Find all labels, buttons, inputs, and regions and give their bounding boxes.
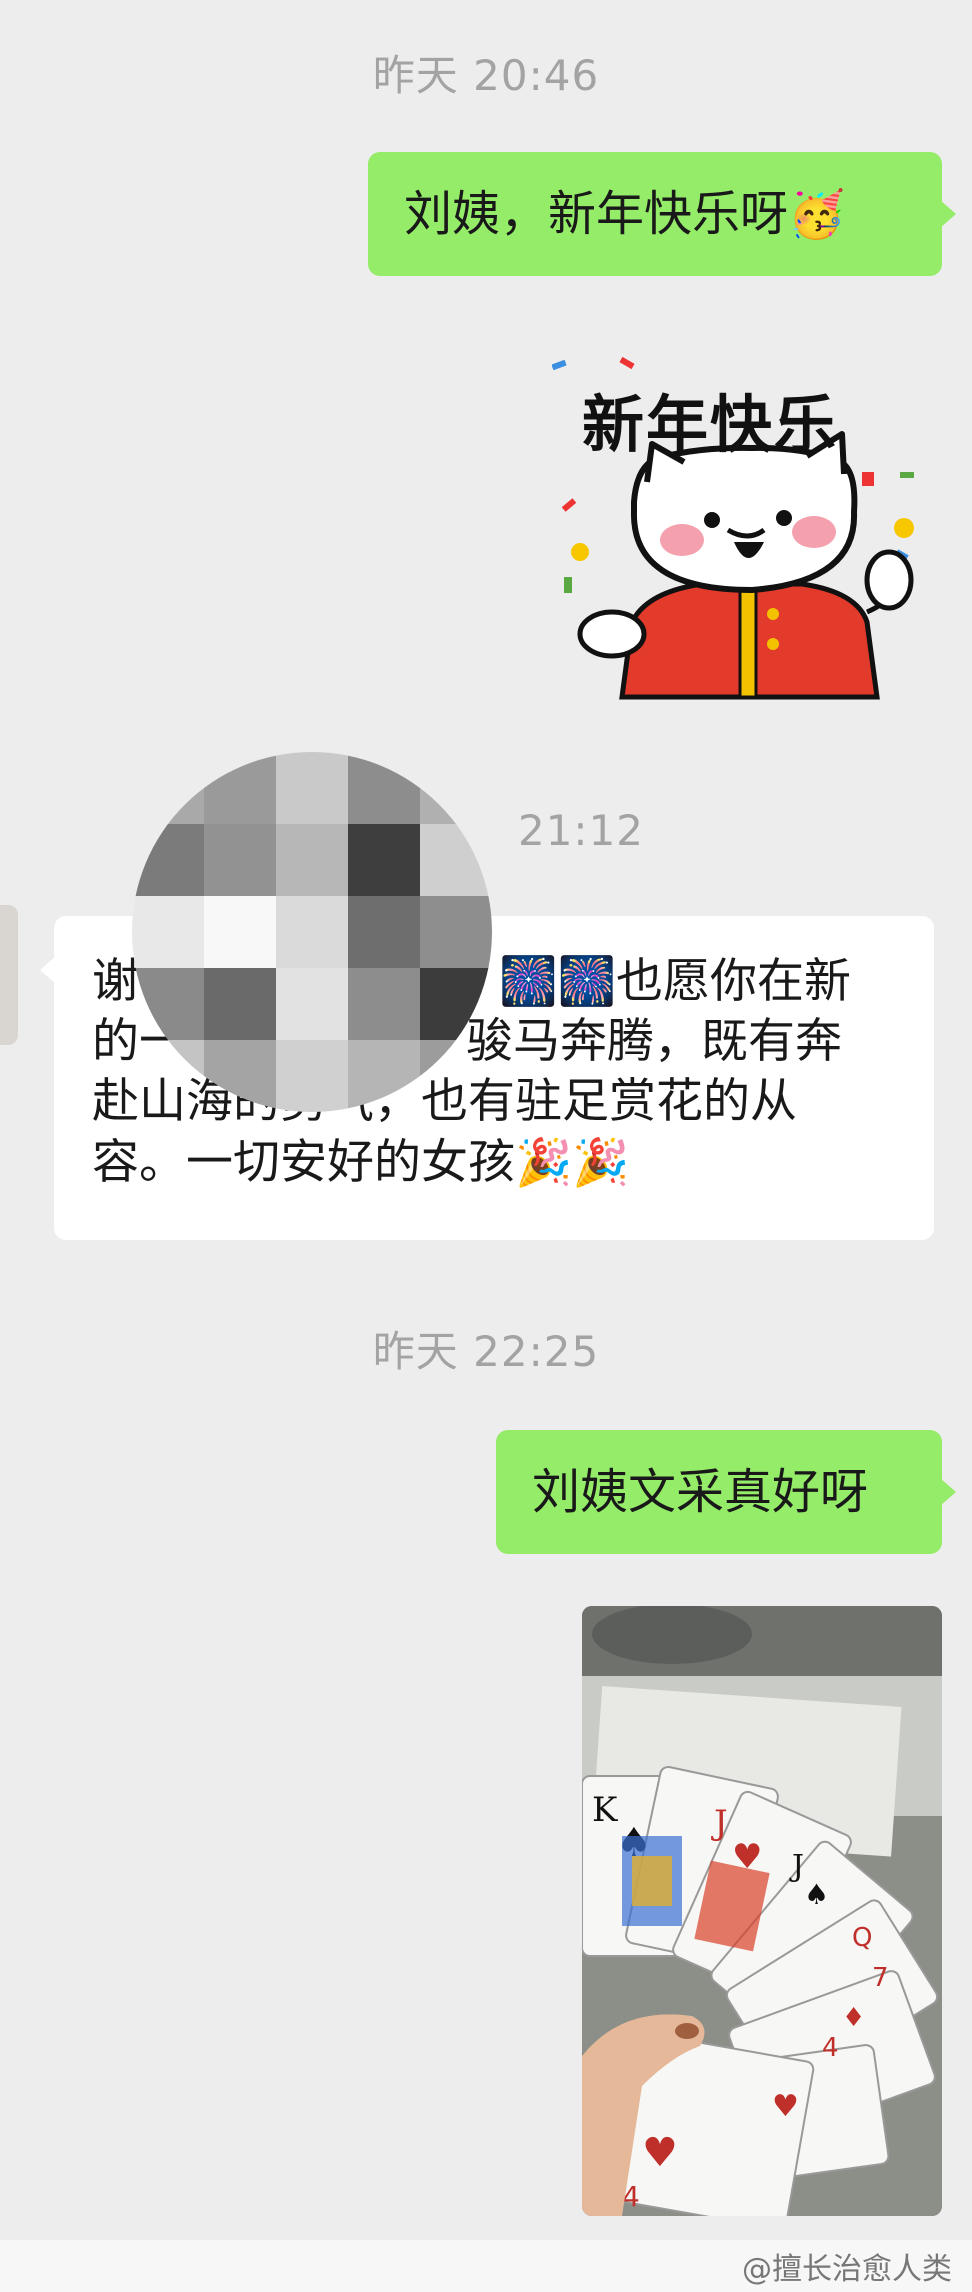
message-text: 刘姨，新年快乐呀 — [404, 186, 789, 242]
svg-text:♥: ♥ — [642, 2130, 678, 2176]
svg-text:7: 7 — [872, 1963, 889, 1993]
svg-text:J: J — [711, 1803, 728, 1843]
watermark: @擅长治愈人类 — [742, 2252, 952, 2287]
svg-text:♥: ♥ — [772, 2089, 799, 2124]
message-line: 容。一切安好的女孩🎉🎉 — [92, 1135, 630, 1190]
party-face-emoji: 🥳 — [788, 187, 846, 241]
party-popper-emoji: 🎉🎉 — [515, 1135, 630, 1189]
message-text: 刘姨文采真好呀 — [532, 1464, 869, 1520]
timestamp: 昨天 22:25 — [372, 1327, 600, 1376]
sticker-caption: 新年快乐 — [582, 388, 839, 461]
playing-cards-photo[interactable]: K ♠ J ♥ J ♠ Q 7 ♦ 4 ♥ ♥ 4 — [582, 1606, 942, 2216]
sender-avatar[interactable] — [0, 905, 18, 1045]
svg-text:♠: ♠ — [804, 1878, 829, 1911]
svg-text:Q: Q — [852, 1923, 872, 1953]
svg-text:♦: ♦ — [842, 2003, 865, 2033]
svg-text:J: J — [789, 1849, 804, 1884]
photo-image: K ♠ J ♥ J ♠ Q 7 ♦ 4 ♥ ♥ 4 — [582, 1606, 942, 2216]
svg-text:K: K — [592, 1790, 618, 1830]
input-bar[interactable]: @擅长治愈人类 — [0, 2240, 972, 2292]
timestamp: 昨天 20:46 — [372, 51, 600, 100]
mosaic-blur-overlay — [132, 752, 492, 1112]
message-bubble-outgoing[interactable]: 刘姨，新年快乐呀🥳 — [368, 152, 956, 276]
new-year-sticker[interactable]: 新年快乐 — [551, 352, 942, 712]
svg-text:4: 4 — [822, 2033, 839, 2063]
message-bubble-outgoing[interactable]: 刘姨文采真好呀 — [496, 1430, 956, 1554]
